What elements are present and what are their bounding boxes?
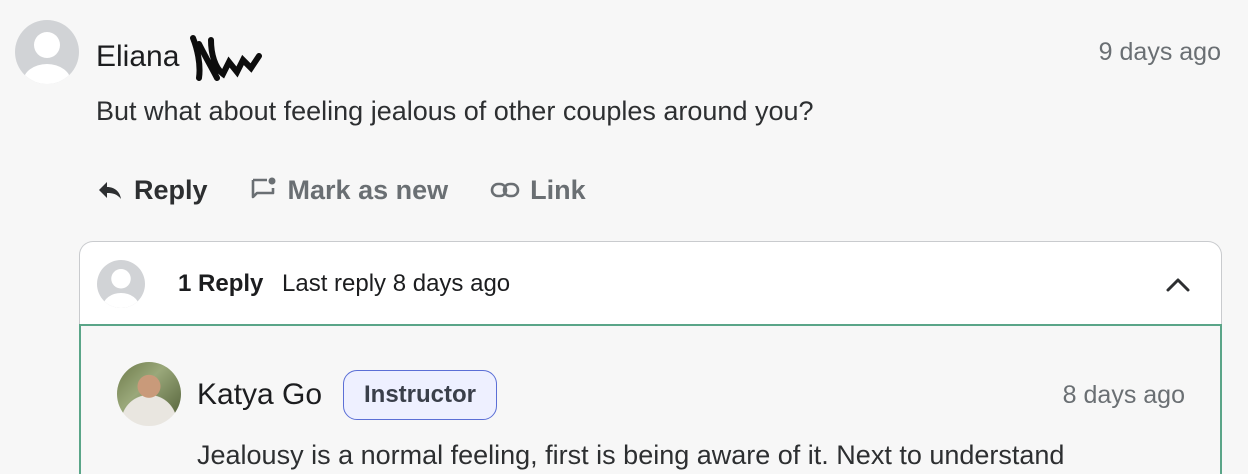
reply-count: 1 Reply <box>178 270 264 297</box>
chevron-up-icon <box>1166 278 1190 292</box>
comment-time: 9 days ago <box>1098 38 1221 66</box>
instructor-badge: Instructor <box>343 370 498 420</box>
author-name: Eliana <box>96 39 180 73</box>
last-reply-time: Last reply 8 days ago <box>282 270 511 297</box>
reply-thread-header[interactable]: 1 Reply Last reply 8 days ago <box>79 241 1222 325</box>
link-icon <box>490 182 520 198</box>
reply-body: Jealousy is a normal feeling, first is b… <box>197 440 1065 470</box>
comment-actions: Reply Mark as new Link <box>96 170 628 210</box>
mark-as-new-label: Mark as new <box>287 174 449 205</box>
reply-item: Katya Go Instructor 8 days ago Jealousy … <box>79 324 1222 474</box>
reply-author[interactable]: Katya Go <box>197 378 322 412</box>
comment-body: But what about feeling jealous of other … <box>96 96 814 126</box>
instructor-avatar <box>117 362 181 426</box>
link-label: Link <box>530 174 586 205</box>
mark-as-new-button[interactable]: Mark as new <box>250 174 449 206</box>
comment-author[interactable]: Eliana <box>96 34 267 82</box>
collapse-button[interactable] <box>1163 270 1193 300</box>
avatar <box>15 20 79 84</box>
reply-label: Reply <box>134 174 208 205</box>
chat-dot-icon <box>251 177 276 199</box>
reply-button[interactable]: Reply <box>96 175 208 206</box>
reply-time: 8 days ago <box>1062 381 1185 409</box>
avatar <box>97 260 145 308</box>
redaction-scribble <box>190 35 263 81</box>
link-button[interactable]: Link <box>490 175 586 206</box>
reply-icon <box>99 182 121 199</box>
